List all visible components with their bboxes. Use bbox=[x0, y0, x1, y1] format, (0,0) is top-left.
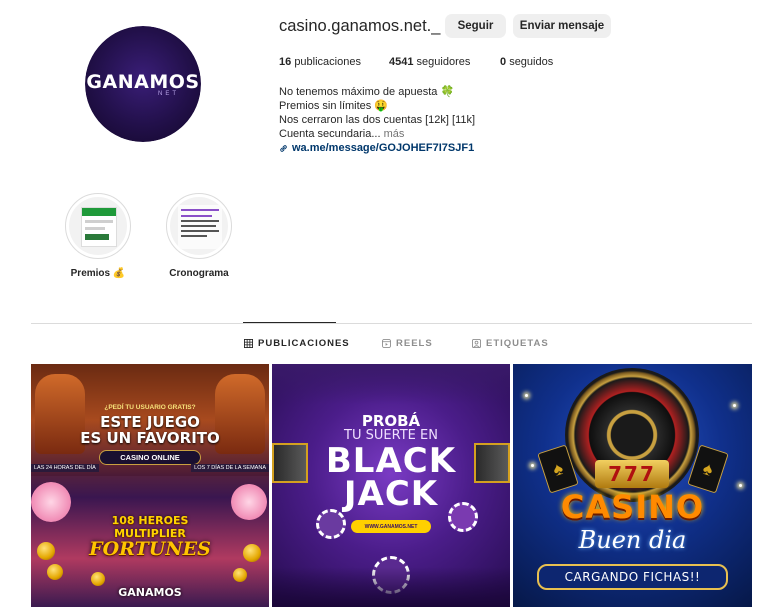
clover-emoji: 🍀 bbox=[440, 86, 455, 98]
post-thumbnail[interactable]: PROBÁ TU SUERTE EN BLACK JACK WWW.GANAMO… bbox=[272, 364, 510, 607]
highlight-label: Premios 💰 bbox=[65, 268, 131, 279]
sparkle bbox=[739, 484, 742, 487]
more-link[interactable]: más bbox=[384, 128, 405, 140]
bio-link-text: wa.me/message/GOJOHEF7I7SJF1 bbox=[292, 142, 475, 154]
post-url-pill: WWW.GANAMOS.NET bbox=[351, 520, 431, 533]
link-icon bbox=[280, 144, 287, 152]
highlight-label: Cronograma bbox=[169, 268, 229, 279]
post-shadow bbox=[272, 567, 510, 607]
active-tab-indicator bbox=[243, 322, 336, 323]
highlight-ring bbox=[65, 193, 131, 259]
sparkle bbox=[531, 464, 534, 467]
highlight-screenshot-line bbox=[181, 230, 219, 232]
coin bbox=[243, 544, 261, 562]
highlight-screenshot-line bbox=[181, 209, 219, 211]
logo-text: GANAMOS bbox=[86, 71, 200, 93]
highlight-screenshot-line bbox=[181, 220, 219, 222]
tab-etiquetas[interactable]: ETIQUETAS bbox=[472, 338, 549, 349]
highlight-screenshot-header bbox=[82, 208, 116, 216]
bio-line-1: No tenemos máximo de apuesta 🍀 bbox=[279, 85, 475, 99]
highlight-screenshot-line bbox=[181, 215, 212, 217]
game-title-line: 108 HEROES bbox=[111, 514, 189, 527]
highlight-screenshot-line bbox=[181, 235, 208, 237]
followers-label: seguidores bbox=[416, 56, 471, 68]
highlight-screenshot bbox=[81, 207, 117, 247]
bio-line-1-text: No tenemos máximo de apuesta bbox=[279, 86, 438, 98]
post-side-left: LAS 24 HORAS DEL DÍA bbox=[31, 464, 99, 472]
bio-line-3: Nos cerraron las dos cuentas [12k] [11k] bbox=[279, 114, 476, 126]
poker-chip bbox=[448, 502, 478, 532]
logo-sub: NET bbox=[158, 91, 179, 97]
coin bbox=[37, 542, 55, 560]
game-title-main: FORTUNES bbox=[89, 538, 211, 560]
followers-stat[interactable]: 4541 seguidores bbox=[389, 56, 470, 68]
tabs-divider bbox=[31, 323, 752, 324]
coin bbox=[91, 572, 105, 586]
post-title-black: BLACK bbox=[325, 441, 457, 481]
followers-count: 4541 bbox=[389, 56, 414, 68]
tab-reels[interactable]: REELS bbox=[382, 338, 433, 349]
tab-label: ETIQUETAS bbox=[486, 338, 549, 349]
profile-bio: No tenemos máximo de apuesta 🍀 Premios s… bbox=[279, 85, 475, 157]
poker-chip bbox=[316, 509, 346, 539]
bio-link[interactable]: wa.me/message/GOJOHEF7I7SJF1 bbox=[279, 141, 474, 155]
bio-line-2-text: Premios sin límites bbox=[279, 100, 372, 112]
post-small-text: ¿PEDÍ TU USUARIO GRATIS? bbox=[104, 404, 196, 411]
highlight-cronograma[interactable]: Cronograma bbox=[166, 193, 232, 279]
coin bbox=[47, 564, 63, 580]
post-title: ESTE JUEGO ES UN FAVORITO bbox=[31, 414, 269, 446]
post-badge: CASINO ONLINE bbox=[99, 450, 201, 465]
bio-line-2: Premios sin límites 🤑 bbox=[279, 99, 475, 113]
highlight-premios[interactable]: Premios 💰 bbox=[65, 193, 131, 279]
bio-link-row: wa.me/message/GOJOHEF7I7SJF1 bbox=[279, 141, 475, 157]
highlight-label-text: Premios bbox=[70, 268, 111, 279]
coin bbox=[233, 568, 247, 582]
sparkle bbox=[733, 404, 736, 407]
post-title-jack: JACK bbox=[343, 474, 439, 514]
sparkle bbox=[525, 394, 528, 397]
highlight-screenshot-line bbox=[181, 225, 217, 227]
highlight-thumbnail bbox=[69, 197, 127, 255]
posts-count: 16 bbox=[279, 56, 292, 68]
posts-stat: 16 publicaciones bbox=[279, 56, 361, 68]
table-edge bbox=[272, 364, 510, 404]
follow-button[interactable]: Seguir bbox=[445, 14, 506, 38]
reels-icon bbox=[382, 339, 391, 348]
tagged-icon bbox=[472, 339, 481, 348]
post-thumbnail[interactable]: ♠ ♠ 777 CASINO Buen dia CARGANDO FICHAS!… bbox=[513, 364, 752, 607]
money-face-emoji: 🤑 bbox=[374, 100, 389, 112]
game-title: 108 HEROES MULTIPLIER bbox=[31, 514, 269, 540]
following-stat[interactable]: 0 seguidos bbox=[500, 56, 553, 68]
following-label: seguidos bbox=[509, 56, 554, 68]
tab-label: PUBLICACIONES bbox=[258, 338, 350, 349]
post-title-line: ESTE JUEGO bbox=[100, 413, 200, 431]
tab-label: REELS bbox=[396, 338, 433, 349]
highlight-screenshot bbox=[178, 205, 222, 249]
highlight-screenshot-line bbox=[85, 220, 113, 223]
grid-icon bbox=[244, 339, 253, 348]
send-message-button[interactable]: Enviar mensaje bbox=[513, 14, 611, 38]
highlight-thumbnail bbox=[170, 197, 228, 255]
posts-label: publicaciones bbox=[294, 56, 361, 68]
bio-line-4: Cuenta secundaria... más bbox=[279, 127, 475, 141]
post-subtitle: Buen dia bbox=[578, 526, 687, 554]
post-title-line: ES UN FAVORITO bbox=[80, 429, 220, 447]
profile-username: casino.ganamos.net._ bbox=[279, 17, 441, 35]
post-side-right: LOS 7 DÍAS DE LA SEMANA bbox=[191, 464, 269, 472]
post-title: CASINO bbox=[560, 488, 705, 526]
bio-line-4-text: Cuenta secundaria... bbox=[279, 128, 381, 140]
slot-reel: 777 bbox=[595, 460, 669, 488]
post-logo: GANAMOS bbox=[118, 586, 182, 599]
profile-avatar[interactable]: GANAMOS NET bbox=[85, 26, 201, 142]
highlight-screenshot-button bbox=[85, 234, 109, 240]
following-count: 0 bbox=[500, 56, 507, 68]
highlight-ring bbox=[166, 193, 232, 259]
post-banner-button: CARGANDO FICHAS!! bbox=[537, 564, 728, 590]
post-thumbnail[interactable]: ¿PEDÍ TU USUARIO GRATIS? ESTE JUEGO ES U… bbox=[31, 364, 269, 607]
highlight-screenshot-line bbox=[85, 227, 106, 230]
tab-publicaciones[interactable]: PUBLICACIONES bbox=[244, 338, 350, 349]
money-bag-emoji: 💰 bbox=[112, 268, 126, 279]
ganamos-logo: GANAMOS NET bbox=[85, 26, 201, 142]
